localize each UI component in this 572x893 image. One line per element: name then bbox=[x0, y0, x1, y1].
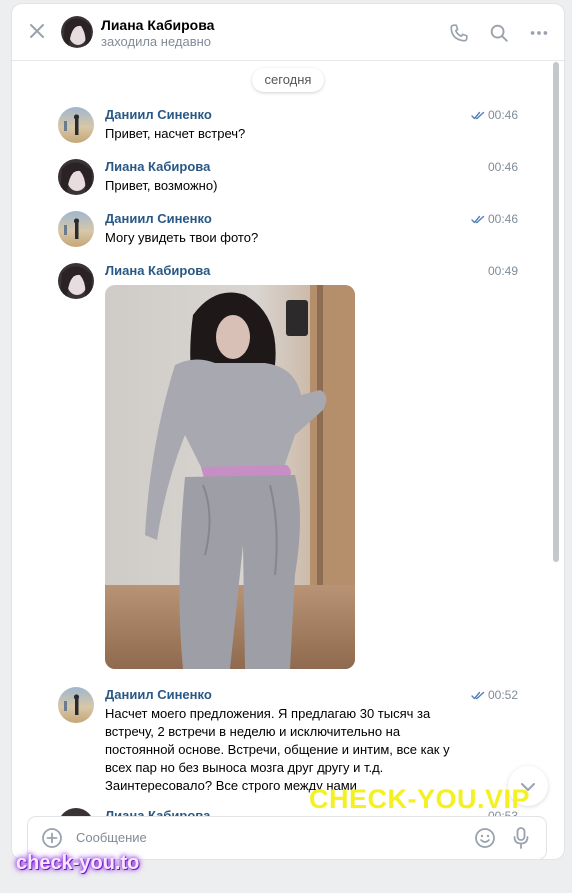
message-time-text: 00:46 bbox=[487, 108, 518, 122]
watermark-bottom: check-you.to bbox=[16, 852, 140, 874]
avatar[interactable] bbox=[58, 107, 94, 143]
photo-attachment[interactable] bbox=[105, 285, 355, 669]
message-text: Насчет моего предложения. Я предлагаю 30… bbox=[105, 706, 450, 793]
add-icon[interactable] bbox=[41, 827, 63, 849]
message-author[interactable]: Лиана Кабирова bbox=[105, 263, 210, 278]
avatar[interactable] bbox=[58, 263, 94, 299]
phone-icon[interactable] bbox=[448, 22, 470, 44]
message-item: Даниил Синенко 00:46 Могу увидеть твои ф… bbox=[58, 211, 518, 251]
double-check-icon bbox=[471, 691, 485, 700]
avatar[interactable] bbox=[61, 16, 93, 48]
message-author[interactable]: Лиана Кабирова bbox=[105, 159, 210, 174]
emoji-icon[interactable] bbox=[474, 827, 496, 849]
message-author[interactable]: Даниил Синенко bbox=[105, 107, 212, 122]
message-text: Привет, насчет встреч? bbox=[105, 126, 246, 141]
avatar[interactable] bbox=[58, 211, 94, 247]
message-time: 00:52 bbox=[471, 688, 518, 702]
date-divider: сегодня bbox=[252, 68, 324, 92]
message-text: Привет, возможно) bbox=[105, 178, 218, 193]
avatar[interactable] bbox=[58, 687, 94, 723]
message-time-text: 00:46 bbox=[487, 212, 518, 226]
microphone-icon[interactable] bbox=[512, 826, 530, 850]
double-check-icon bbox=[471, 215, 485, 224]
chat-status: заходила недавно bbox=[101, 34, 212, 49]
chat-title[interactable]: Лиана Кабирова bbox=[101, 17, 214, 33]
scrollbar[interactable] bbox=[553, 62, 559, 562]
message-item: Даниил Синенко 00:46 Привет, насчет встр… bbox=[58, 107, 518, 147]
message-item: Лиана Кабирова 00:46 Привет, возможно) bbox=[58, 159, 518, 199]
close-icon[interactable] bbox=[28, 22, 46, 40]
more-icon[interactable] bbox=[528, 22, 550, 44]
message-time-text: 00:52 bbox=[487, 688, 518, 702]
message-item: Даниил Синенко 00:52 Насчет моего предло… bbox=[58, 687, 518, 797]
message-time: 00:46 bbox=[471, 108, 518, 122]
message-time: 00:46 bbox=[471, 212, 518, 226]
avatar[interactable] bbox=[58, 159, 94, 195]
watermark-top: CHECK-YOU.VIP bbox=[309, 784, 531, 814]
message-time: 00:46 bbox=[487, 160, 518, 174]
message-time: 00:49 bbox=[487, 264, 518, 278]
message-author[interactable]: Даниил Синенко bbox=[105, 687, 212, 702]
chat-window: Лиана Кабирова заходила недавно сегодня … bbox=[12, 4, 564, 859]
message-input[interactable] bbox=[76, 830, 456, 845]
chat-header: Лиана Кабирова заходила недавно bbox=[12, 4, 564, 61]
message-item: Лиана Кабирова 00:49 bbox=[58, 263, 518, 673]
double-check-icon bbox=[471, 111, 485, 120]
message-author[interactable]: Даниил Синенко bbox=[105, 211, 212, 226]
search-icon[interactable] bbox=[488, 22, 510, 44]
message-text: Могу увидеть твои фото? bbox=[105, 230, 259, 245]
